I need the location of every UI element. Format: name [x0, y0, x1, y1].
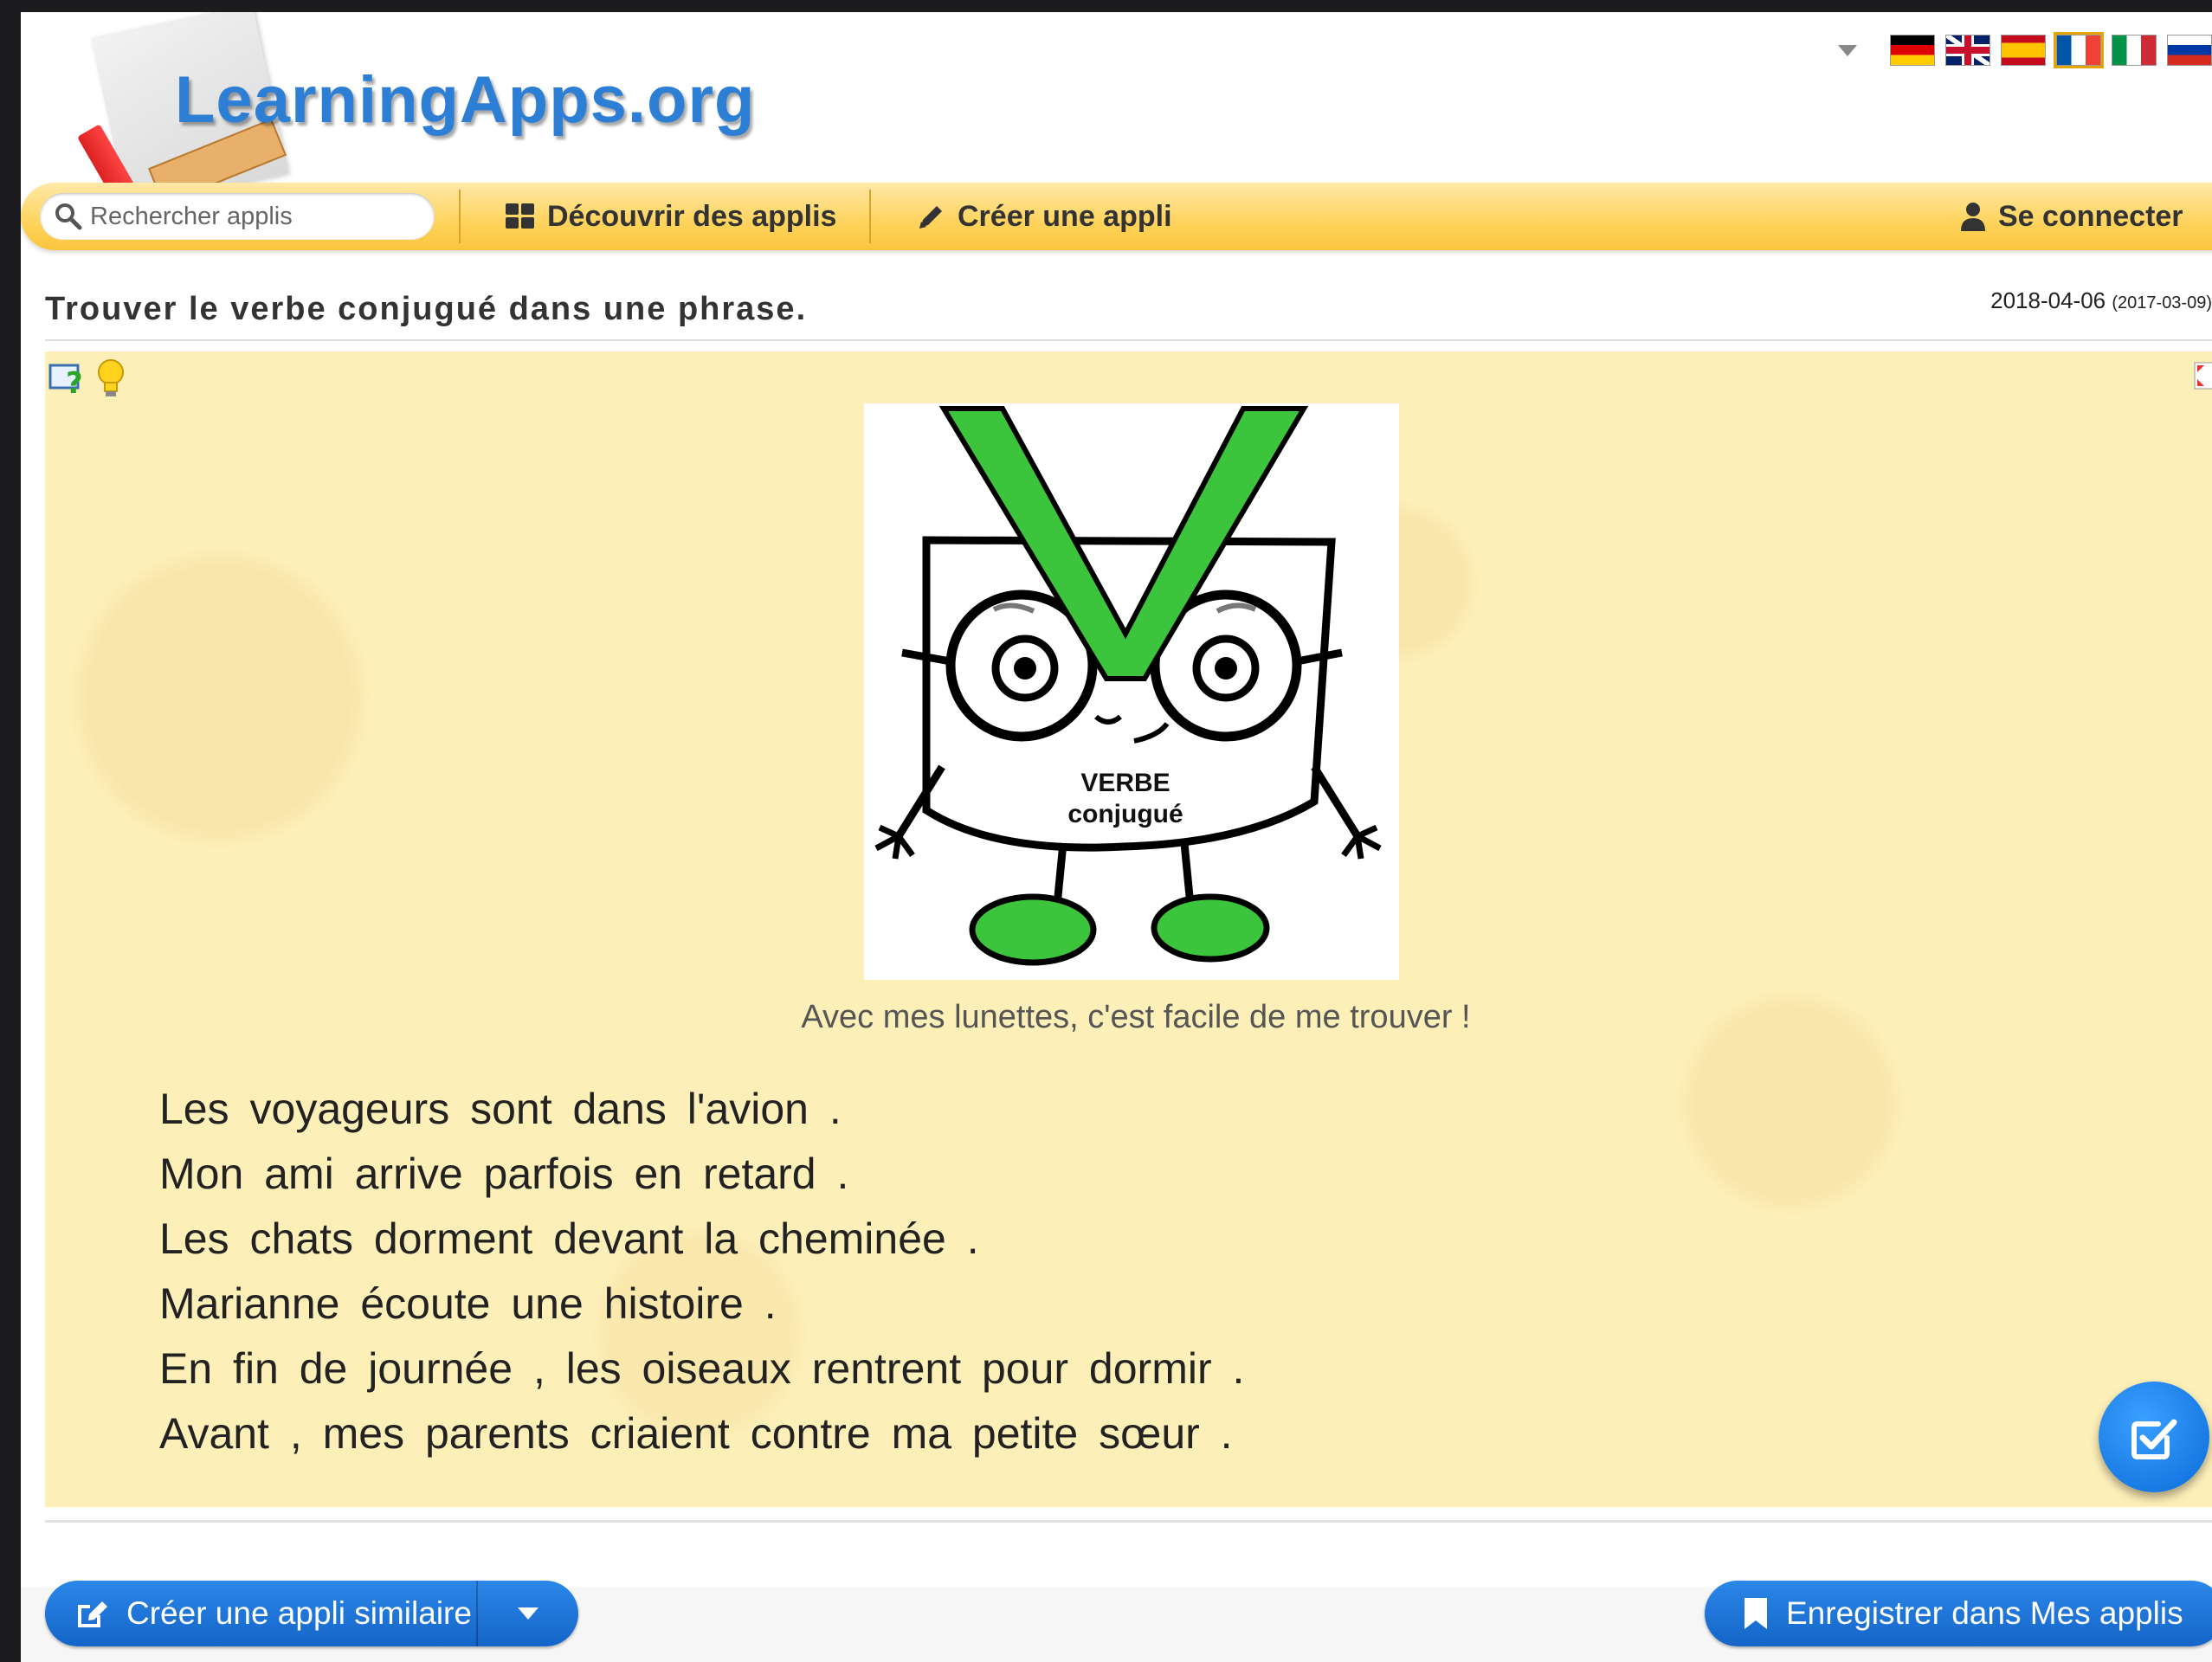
flag-it-icon[interactable]: [2112, 35, 2157, 66]
search-input[interactable]: [88, 201, 421, 232]
pencil-icon: [919, 206, 942, 229]
nav-divider: [869, 190, 871, 243]
user-icon: [1961, 203, 1985, 231]
login-label: Se connecter: [1998, 199, 2183, 233]
flag-ru-icon[interactable]: [2167, 35, 2212, 66]
create-similar-app-main[interactable]: Créer une appli similaire: [45, 1581, 478, 1646]
sentence-item[interactable]: Les voyageurs sont dans l'avion .: [159, 1077, 1244, 1142]
title-divider: [45, 339, 2212, 341]
app-content: ? VERBE conjugué Avec mes lunettes, c'es…: [45, 351, 2212, 1507]
svg-text:?: ?: [66, 366, 83, 396]
bookmark-icon: [1744, 1598, 1767, 1629]
sentence-item[interactable]: En fin de journée , les oiseaux rentrent…: [159, 1337, 1244, 1401]
edit-icon: [78, 1601, 107, 1627]
create-similar-app-button[interactable]: Créer une appli similaire: [45, 1581, 578, 1646]
flag-es-icon[interactable]: [2001, 35, 2046, 66]
date-modified: 2018-04-06: [1990, 287, 2106, 313]
language-dropdown-icon[interactable]: [1838, 44, 1857, 56]
check-answers-button[interactable]: [2099, 1382, 2209, 1492]
search-box[interactable]: [40, 193, 435, 240]
sentence-item[interactable]: Avant , mes parents criaient contre ma p…: [159, 1401, 1244, 1466]
lightbulb-icon[interactable]: [95, 358, 126, 398]
flag-en-icon[interactable]: [1945, 35, 1990, 66]
caret-down-icon: [518, 1607, 538, 1620]
sentence-item[interactable]: Marianne écoute une histoire .: [159, 1272, 1244, 1337]
search-icon: [55, 203, 82, 230]
logo-text: LearningApps.org: [175, 63, 756, 137]
grid-icon: [506, 203, 534, 229]
create-similar-dropdown[interactable]: [478, 1581, 578, 1646]
sentence-list: Les voyageurs sont dans l'avion . Mon am…: [159, 1077, 1244, 1466]
flag-de-icon[interactable]: [1890, 35, 1935, 66]
nav-divider: [459, 190, 461, 243]
page: LearningApps.org Découvrir des: [21, 12, 2212, 1662]
discover-apps-label: Découvrir des applis: [547, 199, 837, 233]
flag-fr-icon[interactable]: [2054, 32, 2104, 68]
save-to-my-apps-label: Enregistrer dans Mes applis: [1786, 1595, 2183, 1631]
help-icon[interactable]: ?: [48, 362, 87, 396]
mascot-image: VERBE conjugué: [864, 403, 1399, 980]
verbe-mascot-illustration: VERBE conjugué: [874, 406, 1382, 966]
logo[interactable]: LearningApps.org: [47, 12, 791, 212]
mascot-label-line1: VERBE: [1080, 769, 1170, 797]
create-app-label: Créer une appli: [958, 199, 1172, 233]
create-app-link[interactable]: Créer une appli: [918, 183, 1172, 250]
fullscreen-icon[interactable]: [2194, 362, 2212, 390]
content-divider: [45, 1520, 2212, 1523]
image-caption: Avec mes lunettes, c'est facile de me tr…: [801, 999, 1471, 1035]
language-selector: [1838, 24, 2212, 76]
app-dates: 2018-04-06 (2017-03-09): [1990, 287, 2212, 314]
date-created: (2017-03-09): [2112, 293, 2212, 312]
main-nav: Découvrir des applis Créer une appli Se …: [21, 183, 2212, 250]
discover-apps-link[interactable]: Découvrir des applis: [506, 183, 836, 250]
sentence-item[interactable]: Mon ami arrive parfois en retard .: [159, 1142, 1244, 1207]
save-to-my-apps-button[interactable]: Enregistrer dans Mes applis: [1705, 1581, 2212, 1646]
create-similar-app-label: Créer une appli similaire: [126, 1595, 472, 1631]
app-title: Trouver le verbe conjugué dans une phras…: [45, 291, 808, 327]
check-square-icon: [2131, 1419, 2177, 1459]
sentence-item[interactable]: Les chats dorment devant la cheminée .: [159, 1207, 1244, 1272]
mascot-label-line2: conjugué: [1067, 800, 1183, 828]
login-link[interactable]: Se connecter: [1960, 183, 2183, 250]
